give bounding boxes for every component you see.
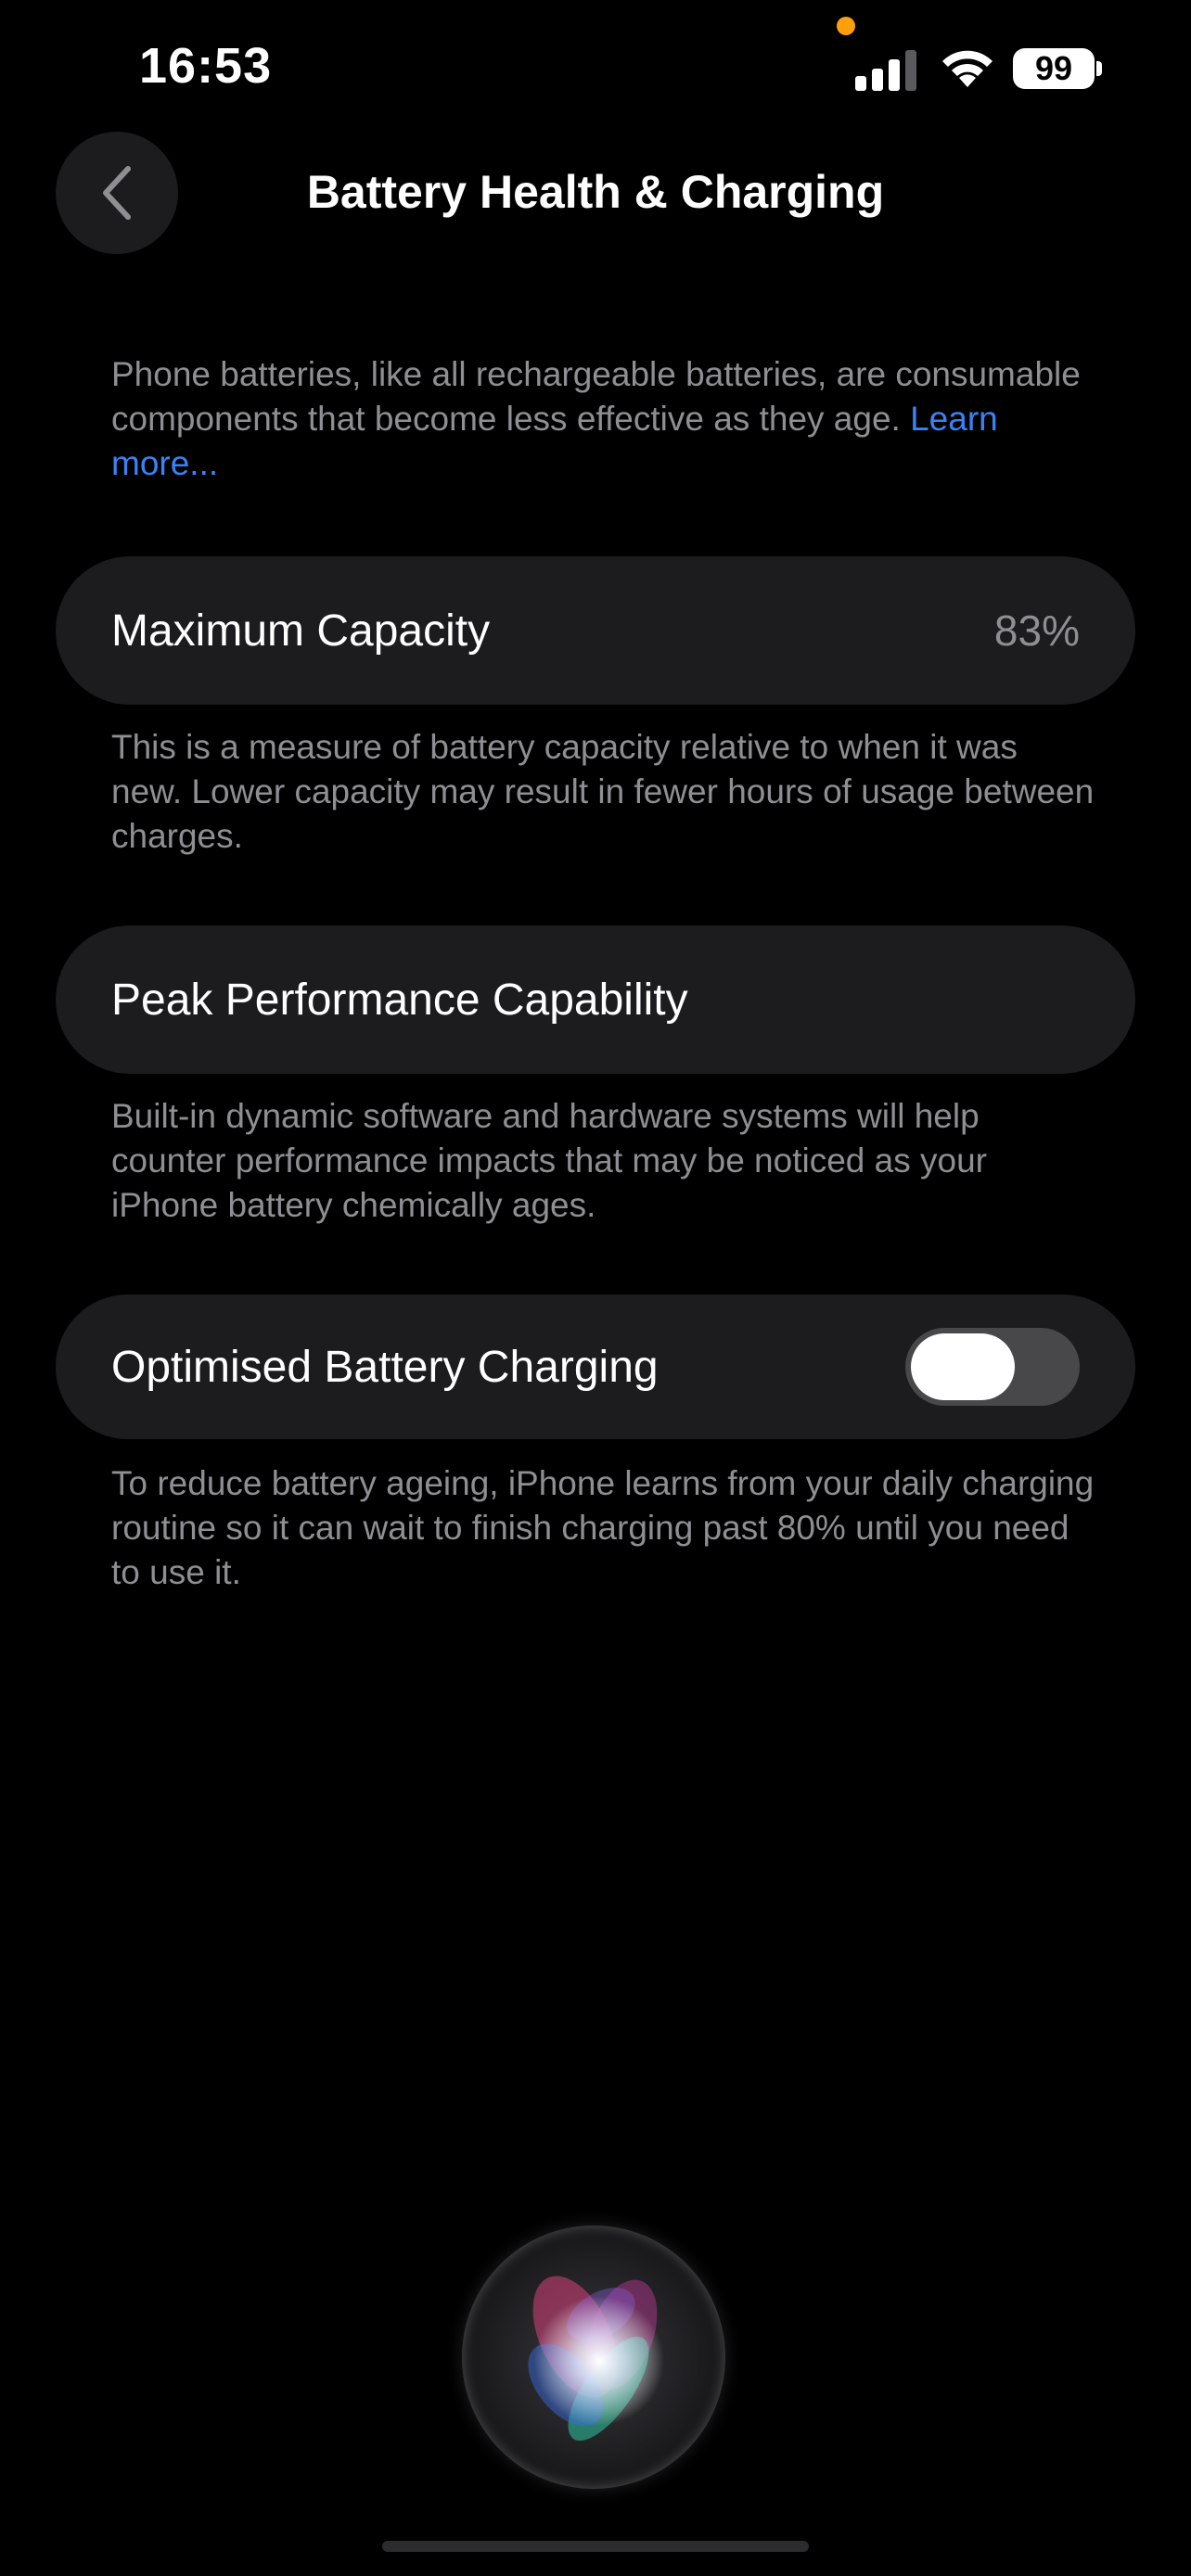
privacy-indicator-dot bbox=[837, 17, 855, 35]
cellular-signal-icon bbox=[855, 50, 916, 91]
peak-performance-footnote: Built-in dynamic software and hardware s… bbox=[111, 1097, 987, 1224]
battery-level: 99 bbox=[1034, 49, 1073, 87]
maximum-capacity-footnote: This is a measure of battery capacity re… bbox=[111, 728, 1095, 855]
peak-performance-row: Peak Performance Capability bbox=[56, 925, 1135, 1074]
maximum-capacity-label: Maximum Capacity bbox=[111, 606, 491, 656]
intro-footnote: Phone batteries, like all rechargeable b… bbox=[111, 352, 1095, 486]
home-indicator[interactable] bbox=[382, 2541, 809, 2552]
optimised-charging-row: Optimised Battery Charging bbox=[56, 1294, 1135, 1439]
status-time: 16:53 bbox=[139, 38, 273, 94]
optimised-charging-footnote: To reduce battery ageing, iPhone learns … bbox=[111, 1464, 1095, 1591]
peak-performance-label: Peak Performance Capability bbox=[111, 975, 688, 1025]
page-title: Battery Health & Charging bbox=[306, 166, 885, 218]
siri-glow-icon bbox=[528, 2276, 664, 2442]
optimised-charging-label: Optimised Battery Charging bbox=[111, 1342, 659, 1392]
wifi-icon bbox=[942, 50, 992, 87]
optimised-charging-toggle[interactable] bbox=[905, 1328, 1080, 1406]
battery-icon: 99 bbox=[1013, 48, 1102, 89]
toggle-knob bbox=[911, 1333, 1015, 1400]
siri-orb bbox=[462, 2225, 725, 2489]
status-bar: 16:53 99 bbox=[0, 0, 1191, 139]
maximum-capacity-row: Maximum Capacity 83% bbox=[56, 556, 1135, 705]
maximum-capacity-value: 83% bbox=[993, 606, 1080, 655]
battery-nub bbox=[1096, 61, 1102, 76]
